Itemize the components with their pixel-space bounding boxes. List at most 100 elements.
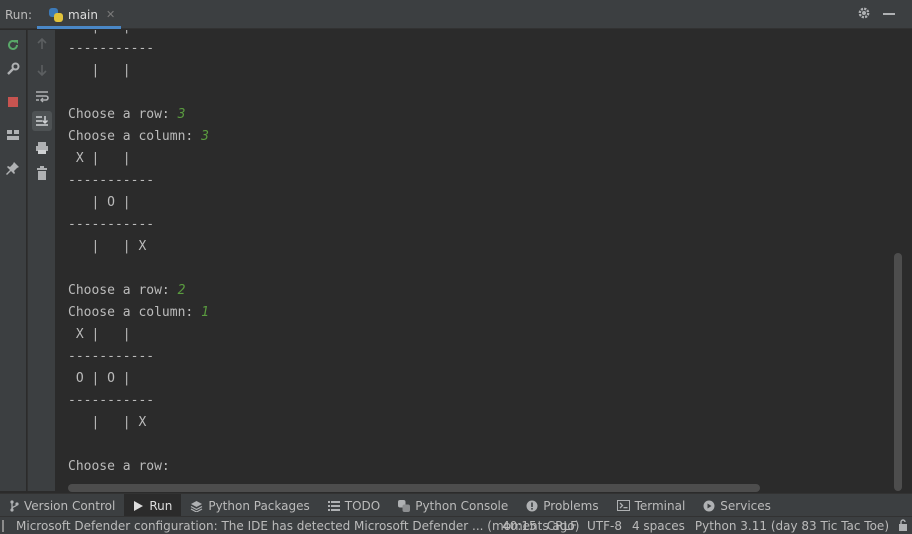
tool-window-label: Problems — [543, 498, 599, 513]
tool-window-label: Run — [149, 498, 173, 513]
console-line: | | X — [68, 236, 209, 258]
print-icon[interactable] — [32, 138, 52, 158]
console-line-text: Choose a column: — [68, 305, 202, 320]
console-output[interactable]: | O |----------- | |Choose a row: 3Choos… — [56, 30, 894, 491]
console-line: ----------- — [68, 170, 209, 192]
python-icon — [398, 499, 411, 512]
console-line-text: Choose a column: — [68, 129, 202, 144]
console-line: ----------- — [68, 390, 209, 412]
console-line-text: ----------- — [68, 173, 155, 188]
console-toolbar — [27, 30, 55, 491]
close-tab-icon[interactable]: ✕ — [106, 8, 115, 21]
problems-icon — [526, 500, 538, 512]
python-file-icon — [49, 7, 63, 22]
console-line-text: Choose a row: — [68, 459, 178, 474]
console-line-text: | O | — [68, 195, 131, 210]
event-log-marker — [2, 520, 4, 532]
arrow-up-icon[interactable] — [32, 34, 52, 54]
arrow-down-icon[interactable] — [32, 60, 52, 80]
terminal-icon — [616, 500, 630, 511]
layout-icon[interactable] — [3, 125, 23, 145]
console-line: ----------- — [68, 346, 209, 368]
console-user-input: 3 — [177, 107, 186, 122]
console-line: ----------- — [68, 38, 209, 60]
console-line-text: ----------- — [68, 217, 155, 232]
gear-icon[interactable] — [857, 6, 871, 20]
indent-setting[interactable]: 4 spaces — [627, 519, 690, 533]
line-separator[interactable]: CRLF — [542, 519, 582, 533]
tool-window-label: Python Console — [415, 498, 509, 513]
status-message[interactable]: Microsoft Defender configuration: The ID… — [16, 519, 579, 533]
tool-window-python-packages[interactable]: Python Packages — [181, 494, 318, 517]
console-user-input: 2 — [177, 283, 186, 298]
console-line: | O | — [68, 192, 209, 214]
scroll-to-end-icon[interactable] — [32, 111, 52, 131]
run-icon — [133, 500, 144, 512]
rerun-icon[interactable] — [3, 35, 23, 55]
tool-window-terminal[interactable]: Terminal — [608, 494, 695, 517]
tool-window-todo[interactable]: TODO — [319, 494, 389, 517]
file-encoding[interactable]: UTF-8 — [582, 519, 627, 533]
tool-window-label: Python Packages — [208, 498, 310, 513]
console-line: Choose a column: 3 — [68, 126, 209, 148]
console-text: | O |----------- | |Choose a row: 3Choos… — [68, 30, 209, 478]
tool-window-label: Services — [720, 498, 771, 513]
console-line: Choose a column: 1 — [68, 302, 209, 324]
list-icon — [327, 500, 340, 511]
console-line: ----------- — [68, 214, 209, 236]
tool-window-bar: Version Control Run Python Packages TODO Pyt… — [0, 493, 912, 517]
console-line: Choose a row: 3 — [68, 104, 209, 126]
console-line: X | | — [68, 148, 209, 170]
tool-window-services[interactable]: Services — [694, 494, 780, 517]
vertical-scrollbar-thumb[interactable] — [894, 253, 902, 491]
console-user-input: 3 — [201, 129, 209, 144]
console-line-text: X | | — [68, 327, 131, 342]
status-bar: Microsoft Defender configuration: The ID… — [0, 516, 912, 534]
run-label: Run: — [5, 8, 33, 22]
tab-label: main — [68, 7, 98, 22]
pin-icon[interactable] — [3, 158, 23, 178]
packages-icon — [190, 500, 203, 512]
console-line: X | | — [68, 324, 209, 346]
console-line: Choose a row: 2 — [68, 280, 209, 302]
tool-window-label: TODO — [344, 498, 381, 513]
tab-main[interactable]: main ✕ — [37, 0, 121, 29]
soft-wrap-icon[interactable] — [32, 86, 52, 106]
tool-window-problems[interactable]: Problems — [517, 494, 607, 517]
interpreter-selector[interactable]: Python 3.11 (day 83 Tic Tac Toe) — [690, 519, 894, 533]
tool-window-version-control[interactable]: Version Control — [0, 494, 124, 517]
tool-window-python-console[interactable]: Python Console — [389, 494, 517, 517]
console-line-text: | | X — [68, 239, 147, 254]
run-tool-window-header: Run: main ✕ — [0, 0, 912, 29]
console-line: | | X — [68, 412, 209, 434]
console-line-text: O | O | — [68, 371, 131, 386]
tool-window-label: Terminal — [634, 498, 686, 513]
trash-icon[interactable] — [32, 163, 52, 183]
console-line-text: ----------- — [68, 349, 155, 364]
run-toolbar — [0, 30, 26, 491]
console-line-text: Choose a row: — [68, 107, 178, 122]
console-line-text: ----------- — [68, 393, 155, 408]
tool-window-run[interactable]: Run — [124, 494, 182, 517]
caret-position[interactable]: 40:15 — [497, 519, 542, 533]
console-user-input: 1 — [201, 305, 209, 320]
branch-icon — [9, 499, 19, 512]
services-icon — [703, 500, 715, 512]
hide-icon[interactable] — [883, 13, 895, 15]
console-line: O | O | — [68, 368, 209, 390]
wrench-icon[interactable] — [3, 59, 23, 79]
horizontal-scrollbar-thumb[interactable] — [68, 484, 760, 492]
console-line-text: | O | — [68, 30, 130, 34]
console-line: | O | — [68, 30, 209, 38]
lock-icon[interactable] — [894, 518, 912, 534]
stop-icon[interactable] — [3, 92, 23, 112]
console-line-text: X | | — [68, 151, 131, 166]
tool-window-label: Version Control — [24, 498, 116, 513]
console-line: | | — [68, 60, 209, 82]
console-line-text: Choose a row: — [68, 283, 178, 298]
status-widgets: 40:15 CRLF UTF-8 4 spaces Python 3.11 (d… — [497, 517, 912, 534]
console-line-text: | | — [68, 63, 131, 78]
